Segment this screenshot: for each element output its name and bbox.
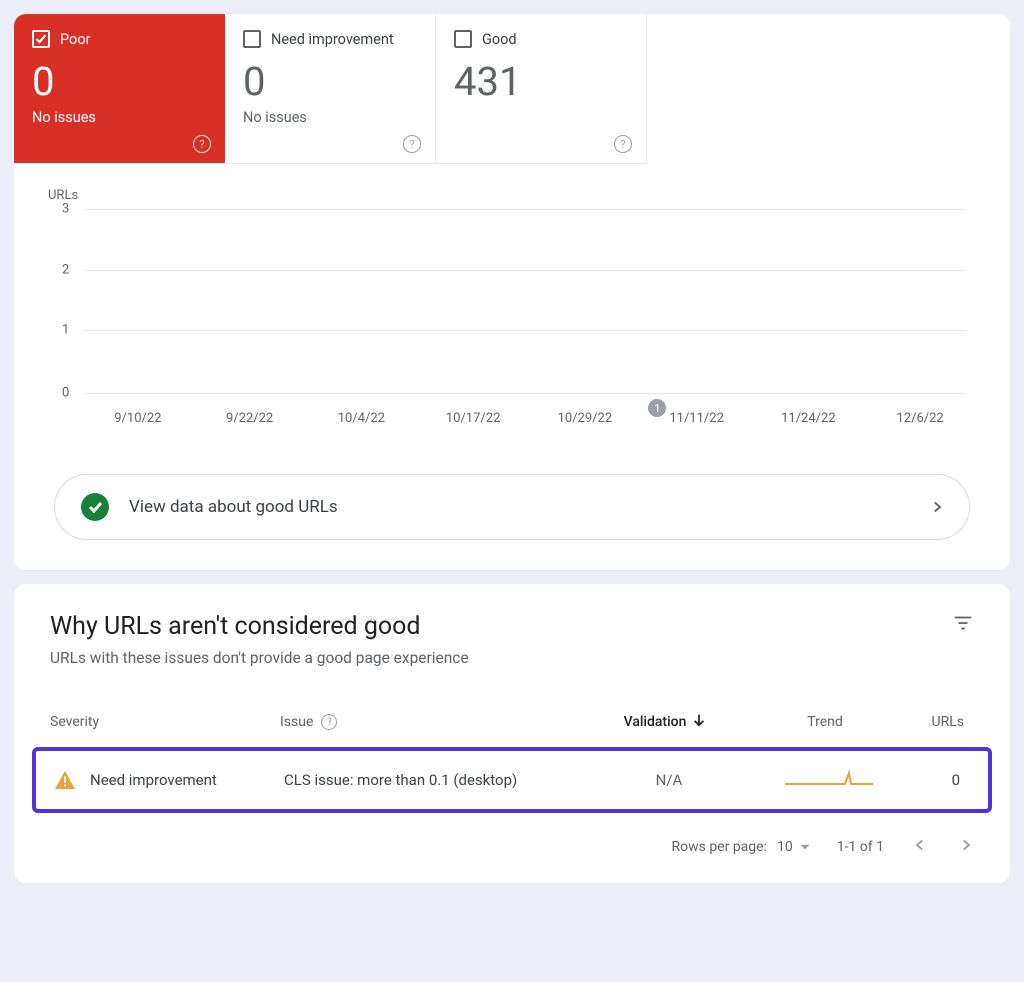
tile-poor-label: Poor bbox=[60, 31, 91, 48]
tile-need-status: No issues bbox=[243, 109, 417, 126]
help-icon[interactable]: ? bbox=[403, 135, 421, 153]
col-validation[interactable]: Validation bbox=[590, 713, 740, 731]
rows-per-page-select[interactable]: 10 bbox=[777, 839, 811, 855]
row-issue: CLS issue: more than 0.1 (desktop) bbox=[284, 771, 594, 789]
tile-need-label: Need improvement bbox=[271, 31, 394, 48]
gridline bbox=[84, 330, 966, 331]
prev-page-button[interactable] bbox=[910, 835, 930, 859]
core-vitals-card: Poor 0 No issues ? Need improvement 0 No… bbox=[14, 14, 1010, 570]
xtick: 10/29/22 bbox=[529, 411, 641, 426]
issue-row[interactable]: Need improvement CLS issue: more than 0.… bbox=[36, 751, 988, 809]
gridline bbox=[84, 393, 966, 394]
view-good-urls-button[interactable]: View data about good URLs bbox=[54, 474, 970, 540]
ytick: 1 bbox=[62, 323, 69, 338]
xtick: 9/10/22 bbox=[82, 411, 194, 426]
issues-table-header: Severity Issue ? Validation Trend URLs bbox=[26, 667, 998, 747]
row-validation: N/A bbox=[594, 771, 744, 789]
gridline bbox=[84, 209, 966, 210]
help-icon[interactable]: ? bbox=[614, 135, 632, 153]
checkbox-checked-icon bbox=[32, 30, 50, 48]
ytick: 2 bbox=[62, 262, 69, 277]
highlighted-issue-row: Need improvement CLS issue: more than 0.… bbox=[32, 747, 992, 813]
gridline bbox=[84, 270, 966, 271]
warning-triangle-icon bbox=[54, 770, 76, 790]
issues-card: Why URLs aren't considered good URLs wit… bbox=[14, 584, 1010, 883]
tile-good-label: Good bbox=[482, 31, 517, 48]
annotation-label: 1 bbox=[654, 402, 660, 415]
tile-good-value: 431 bbox=[454, 58, 628, 105]
row-severity: Need improvement bbox=[90, 771, 217, 789]
filter-icon[interactable] bbox=[952, 612, 974, 638]
rows-per-page-label: Rows per page: bbox=[671, 839, 766, 855]
chart-ylabel: URLs bbox=[48, 188, 976, 203]
col-trend: Trend bbox=[740, 714, 910, 730]
arrow-down-icon bbox=[692, 713, 706, 731]
tile-good[interactable]: Good 431 ? bbox=[436, 14, 647, 164]
urls-chart: URLs 3 2 1 0 1 9/10/22 9/22/22 10/4/22 1… bbox=[14, 164, 1010, 438]
checkbox-empty-icon bbox=[243, 30, 261, 48]
help-icon[interactable]: ? bbox=[321, 714, 337, 730]
score-tiles-row: Poor 0 No issues ? Need improvement 0 No… bbox=[14, 14, 1010, 164]
chevron-right-icon bbox=[931, 498, 943, 517]
rows-per-page-value: 10 bbox=[777, 839, 793, 855]
xtick: 10/17/22 bbox=[417, 411, 529, 426]
ytick: 0 bbox=[62, 386, 69, 401]
chevron-down-icon bbox=[799, 841, 811, 853]
issues-subtitle: URLs with these issues don't provide a g… bbox=[50, 649, 952, 667]
xtick: 9/22/22 bbox=[194, 411, 306, 426]
xtick: 11/24/22 bbox=[753, 411, 865, 426]
help-icon[interactable]: ? bbox=[193, 135, 211, 153]
issues-header: Why URLs aren't considered good URLs wit… bbox=[26, 612, 998, 667]
tile-poor[interactable]: Poor 0 No issues ? bbox=[14, 14, 225, 164]
xtick: 12/6/22 bbox=[864, 411, 976, 426]
ytick: 3 bbox=[62, 202, 69, 217]
chart-xaxis: 9/10/22 9/22/22 10/4/22 10/17/22 10/29/2… bbox=[48, 393, 976, 434]
check-circle-icon bbox=[81, 493, 109, 521]
chart-plot-area: 3 2 1 0 1 bbox=[66, 209, 976, 393]
next-page-button[interactable] bbox=[956, 835, 976, 859]
issues-title: Why URLs aren't considered good bbox=[50, 612, 952, 641]
tile-poor-value: 0 bbox=[32, 58, 207, 105]
col-urls: URLs bbox=[910, 714, 974, 730]
row-trend-sparkline bbox=[744, 769, 914, 791]
col-issue-label: Issue bbox=[280, 714, 313, 730]
col-severity: Severity bbox=[50, 714, 280, 730]
xtick: 10/4/22 bbox=[306, 411, 418, 426]
row-urls: 0 bbox=[914, 771, 970, 789]
tile-need-improvement[interactable]: Need improvement 0 No issues ? bbox=[225, 14, 436, 164]
tile-poor-status: No issues bbox=[32, 109, 207, 126]
page-range: 1-1 of 1 bbox=[837, 839, 884, 855]
col-issue: Issue ? bbox=[280, 714, 590, 730]
tile-need-value: 0 bbox=[243, 58, 417, 105]
col-validation-label: Validation bbox=[624, 714, 687, 730]
checkbox-empty-icon bbox=[454, 30, 472, 48]
good-urls-text: View data about good URLs bbox=[129, 497, 911, 517]
table-pager: Rows per page: 10 1-1 of 1 bbox=[26, 813, 998, 863]
